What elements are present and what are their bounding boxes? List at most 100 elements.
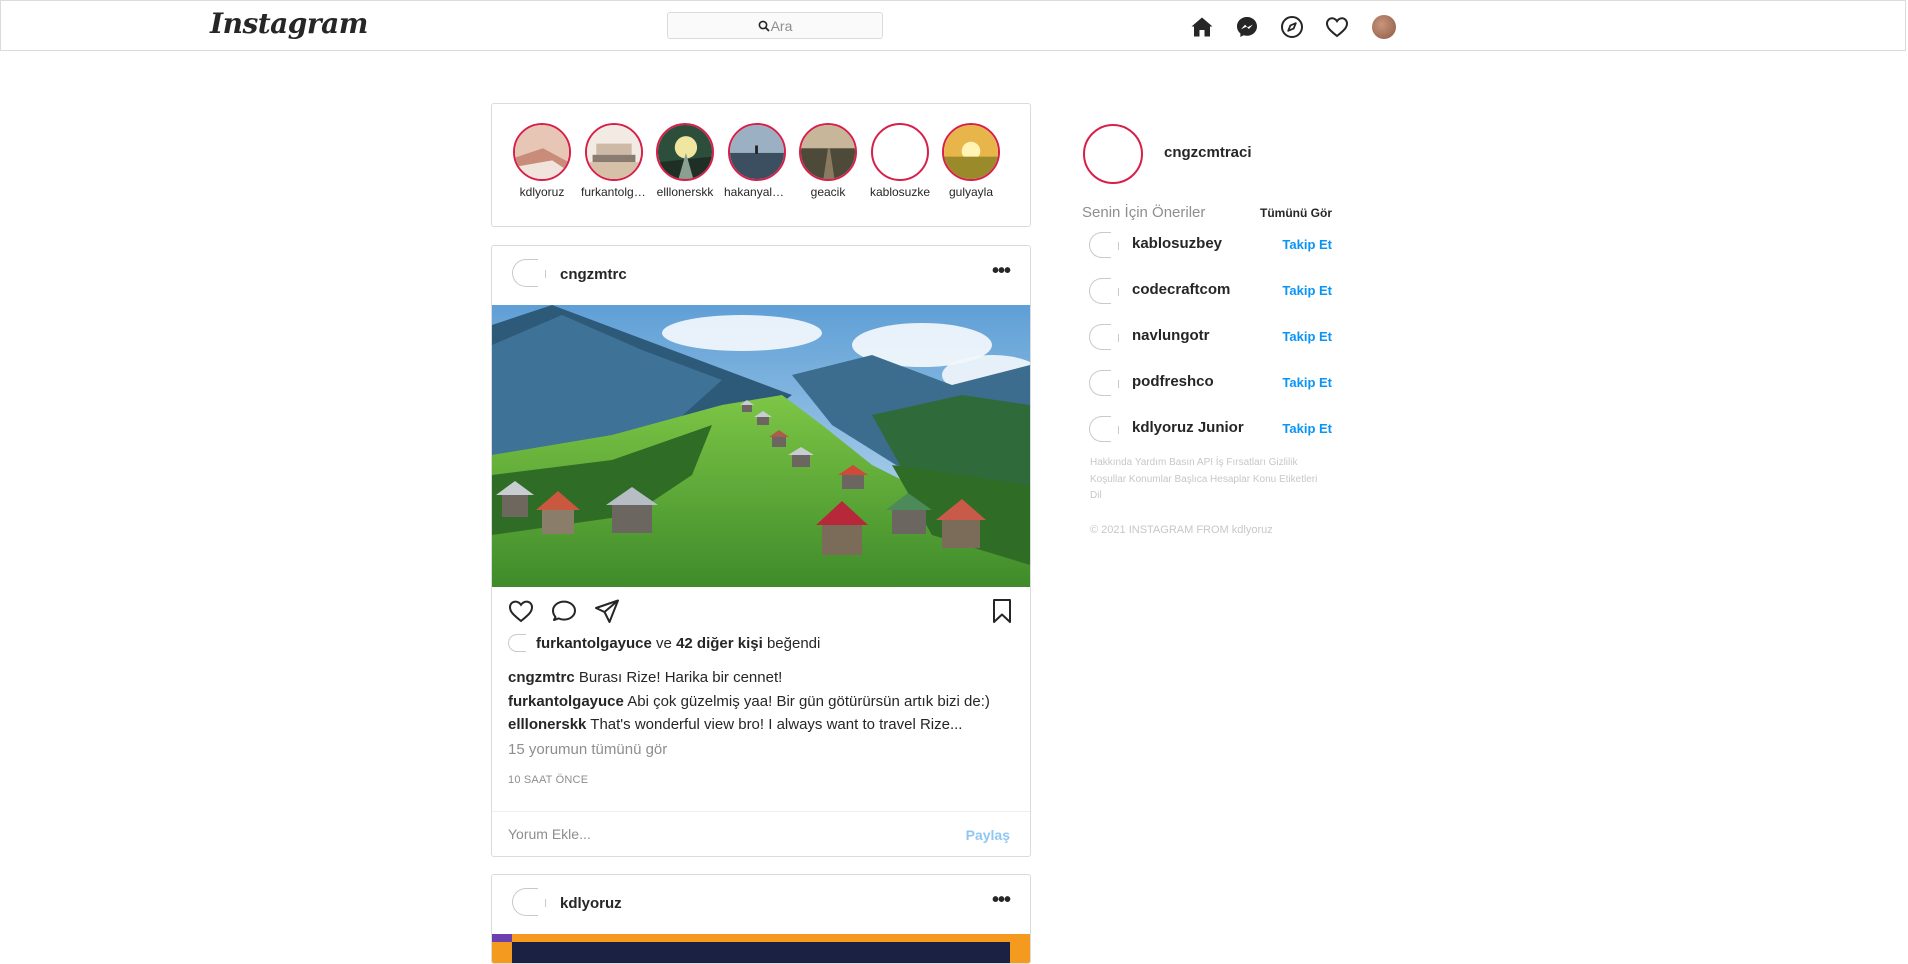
story-username: elllonerskk [656,185,714,199]
comment-row: cngzmtrc Burası Rize! Harika bir cennet! [508,666,990,690]
comment-icon[interactable] [551,598,577,624]
story-item[interactable]: kablosuzke [867,123,933,199]
more-options-icon[interactable]: ••• [992,889,1011,912]
share-paper-plane-icon[interactable] [594,598,620,624]
suggestion-username[interactable]: kdlyoruz Junior [1132,419,1244,436]
post-actions [508,598,1014,624]
comment-input[interactable]: Yorum Ekle... [508,826,591,842]
feed-post: cngzmtrc ••• furkantolgayuce ve 42 diğer… [491,245,1031,857]
post-author-avatar[interactable] [512,888,546,916]
story-username: gulyayla [948,185,994,199]
story-username: kdlyoruz [519,185,565,199]
suggestion-row: kablosuzbey Takip Et [1089,230,1332,262]
story-avatar-ring [728,123,786,181]
image-dark-panel [512,942,1010,963]
story-avatar-ring [942,123,1000,181]
liker-avatar[interactable] [508,634,526,652]
search-icon [758,20,770,32]
follow-button[interactable]: Takip Et [1282,237,1332,252]
story-avatar-ring [585,123,643,181]
nav-icons [1189,14,1396,40]
suggestion-username[interactable]: navlungotr [1132,327,1210,344]
feed-post: kdlyoruz ••• [491,874,1031,964]
comment-username[interactable]: elllonerskk [508,716,586,733]
view-all-comments-link[interactable]: 15 yorumun tümünü gör [508,741,667,758]
instagram-logo[interactable]: Instagram [210,7,368,40]
current-user-avatar[interactable] [1083,124,1143,184]
suggestion-avatar[interactable] [1089,324,1119,350]
home-icon[interactable] [1189,14,1215,40]
post-author-avatar[interactable] [512,259,546,287]
likes-summary: furkantolgayuce ve 42 diğer kişi beğendi [508,634,820,652]
messenger-icon[interactable] [1234,14,1260,40]
profile-avatar[interactable] [1372,15,1396,39]
follow-button[interactable]: Takip Et [1282,329,1332,344]
suggestion-username[interactable]: codecraftcom [1132,281,1230,298]
suggestion-row: podfreshco Takip Et [1089,368,1332,400]
liked-by-username[interactable]: furkantolgayuce [536,635,652,652]
story-image [515,125,569,179]
post-image[interactable] [492,934,1030,963]
story-image [587,125,641,179]
likes-others-count[interactable]: 42 diğer kişi [676,635,763,652]
story-image [730,125,784,179]
comment-username[interactable]: furkantolgayuce [508,693,624,710]
story-username: hakanyalcin... [724,185,790,199]
story-item[interactable]: geacik [795,123,861,199]
story-item[interactable]: hakanyalcin... [724,123,790,199]
post-username[interactable]: kdlyoruz [560,895,622,912]
comment-text: Burası Rize! Harika bir cennet! [578,669,783,686]
follow-button[interactable]: Takip Et [1282,375,1332,390]
post-username[interactable]: cngzmtrc [560,266,627,283]
comment-row: furkantolgayuce Abi çok güzelmiş yaa! Bi… [508,690,990,714]
suggestion-avatar[interactable] [1089,232,1119,258]
story-item[interactable]: elllonerskk [652,123,718,199]
more-options-icon[interactable]: ••• [992,260,1011,283]
footer-links[interactable]: Hakkında Yardım Basın API İş Fırsatları … [1090,455,1330,505]
story-username: kablosuzke [869,185,931,199]
suggestion-row: kdlyoruz Junior Takip Et [1089,414,1332,446]
search-input[interactable]: Ara [667,12,883,39]
like-heart-icon[interactable] [508,598,534,624]
image-corner-accent [492,934,512,942]
comment-text: That's wonderful view bro! I always want… [590,716,963,733]
post-timestamp: 10 SAAT ÖNCE [508,774,589,786]
story-username: geacik [810,185,846,199]
story-item[interactable]: kdlyoruz [509,123,575,199]
story-avatar-ring [799,123,857,181]
see-all-link[interactable]: Tümünü Gör [1260,206,1332,220]
story-avatar-ring [513,123,571,181]
explore-icon[interactable] [1279,14,1305,40]
bookmark-icon[interactable] [989,598,1015,624]
suggestion-avatar[interactable] [1089,370,1119,396]
story-avatar-ring [871,123,929,181]
suggestion-avatar[interactable] [1089,416,1119,442]
add-comment-bar: Yorum Ekle... Paylaş [492,811,1030,858]
top-navigation-bar: Instagram Ara [0,0,1906,51]
post-comment-button[interactable]: Paylaş [966,827,1010,843]
post-image[interactable] [492,305,1030,587]
story-avatar-ring [656,123,714,181]
heart-icon[interactable] [1324,14,1350,40]
story-item[interactable]: furkantolga... [581,123,647,199]
story-image [658,125,712,179]
likes-and-text: ve [656,634,672,652]
comments-list: cngzmtrc Burası Rize! Harika bir cennet!… [508,666,990,737]
follow-button[interactable]: Takip Et [1282,421,1332,436]
comment-username[interactable]: cngzmtrc [508,669,575,686]
suggestion-avatar[interactable] [1089,278,1119,304]
comment-row: elllonerskk That's wonderful view bro! I… [508,713,990,737]
story-item[interactable]: gulyayla [938,123,1004,199]
suggestion-row: codecraftcom Takip Et [1089,276,1332,308]
current-username[interactable]: cngzcmtraci [1164,144,1252,161]
story-image [801,125,855,179]
follow-button[interactable]: Takip Et [1282,283,1332,298]
suggestion-row: navlungotr Takip Et [1089,322,1332,354]
comment-text: Abi çok güzelmiş yaa! Bir gün götürürsün… [627,692,990,710]
likes-suffix: beğendi [766,634,821,652]
suggestion-username[interactable]: kablosuzbey [1132,235,1222,252]
copyright-text: © 2021 INSTAGRAM FROM kdlyoruz [1090,524,1273,536]
story-username: furkantolga... [581,185,647,199]
suggestions-title: Senin İçin Öneriler [1082,204,1206,221]
suggestion-username[interactable]: podfreshco [1132,373,1214,390]
